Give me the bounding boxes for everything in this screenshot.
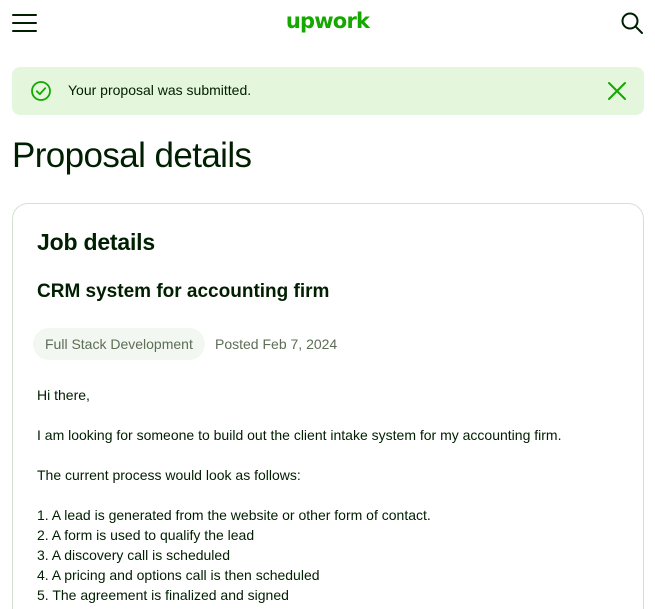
page-title: Proposal details xyxy=(12,136,252,175)
description-line: 2. A form is used to qualify the lead xyxy=(37,527,255,543)
close-icon[interactable] xyxy=(606,80,628,102)
description-line: 3. A discovery call is scheduled xyxy=(37,547,230,563)
description-line: The current process would look as follow… xyxy=(37,467,301,483)
description-line xyxy=(37,405,627,425)
job-details-heading: Job details xyxy=(37,229,155,255)
job-details-card: Job details CRM system for accounting fi… xyxy=(12,203,644,609)
posted-date-value: Feb 7, 2024 xyxy=(262,336,338,352)
success-alert: Your proposal was submitted. xyxy=(12,67,644,115)
posted-label: Posted xyxy=(215,336,259,352)
description-line xyxy=(37,485,627,505)
job-title: CRM system for accounting firm xyxy=(37,281,330,302)
category-chip[interactable]: Full Stack Development xyxy=(33,328,205,360)
description-line: 4. A pricing and options call is then sc… xyxy=(37,567,320,583)
upwork-logo[interactable]: upwork xyxy=(0,9,655,33)
alert-message: Your proposal was submitted. xyxy=(68,82,252,98)
description-line: 1. A lead is generated from the website … xyxy=(37,507,431,523)
description-line: Hi there, xyxy=(37,387,90,403)
search-icon[interactable] xyxy=(620,11,644,35)
description-line: I am looking for someone to build out th… xyxy=(37,427,562,443)
check-circle-icon xyxy=(30,80,52,102)
job-description: Hi there, I am looking for someone to bu… xyxy=(37,385,627,605)
description-line: 5. The agreement is finalized and signed xyxy=(37,587,289,603)
description-line xyxy=(37,445,627,465)
posted-date: Posted Feb 7, 2024 xyxy=(215,336,337,352)
top-navigation-bar: upwork xyxy=(0,0,655,46)
